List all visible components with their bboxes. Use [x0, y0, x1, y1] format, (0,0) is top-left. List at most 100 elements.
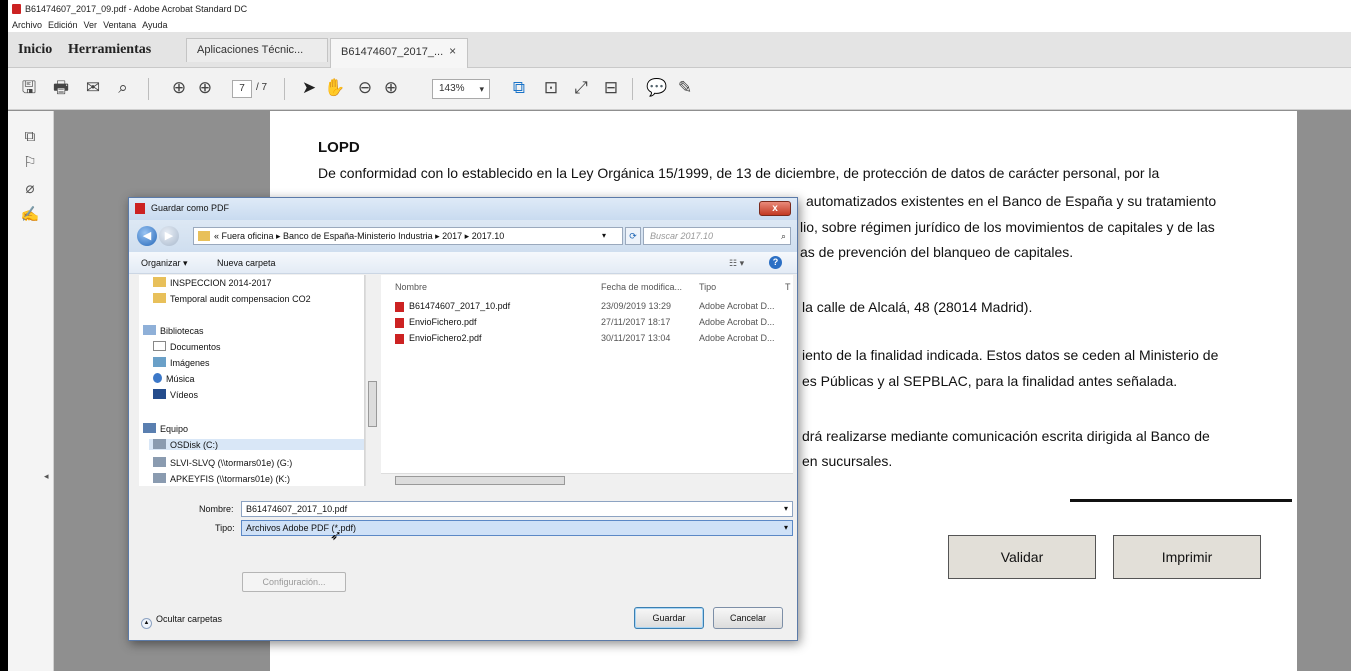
comment-icon[interactable]: 💬 — [646, 77, 668, 99]
save-as-dialog: Guardar como PDF x ◀ ▶ « Fuera oficina ▸… — [128, 197, 798, 641]
previous-page-icon[interactable]: ⊕ — [168, 77, 190, 99]
tree-item[interactable]: APKEYFIS (\\tormars01e) (K:) — [153, 473, 290, 484]
hide-folders-toggle[interactable]: ▲ Ocultar carpetas — [141, 614, 222, 629]
refresh-icon[interactable]: ⟳ — [625, 227, 641, 245]
organize-button[interactable]: Organizar ▾ — [141, 258, 188, 269]
select-cursor-icon[interactable]: ➤ — [298, 77, 320, 99]
pen-icon[interactable]: ✎ — [674, 77, 696, 99]
tree-item[interactable]: Vídeos — [153, 389, 198, 400]
pages-icon[interactable]: ⧉ — [20, 127, 40, 147]
chevron-down-icon[interactable]: ▾ — [602, 228, 606, 244]
tab-doc-label: Aplicaciones Técnic... — [197, 44, 304, 56]
new-folder-button[interactable]: Nueva carpeta — [217, 258, 276, 268]
collapse-pane-icon[interactable]: ◂ — [44, 471, 49, 482]
pictures-icon — [153, 357, 166, 367]
mouse-cursor-icon: ➶ — [330, 527, 342, 543]
tree-item[interactable]: Imágenes — [153, 357, 210, 368]
pdf-divider — [1070, 499, 1292, 502]
signature-icon[interactable]: ✍ — [20, 205, 40, 225]
validate-button[interactable]: Validar — [948, 535, 1096, 579]
scrollbar-thumb[interactable] — [368, 381, 377, 427]
tab-doc-aplicaciones[interactable]: Aplicaciones Técnic... — [186, 38, 328, 62]
pdf-text-line: as de prevención del blanqueo de capital… — [800, 244, 1074, 260]
dialog-close-button[interactable]: x — [759, 201, 791, 216]
menu-archivo[interactable]: Archivo — [12, 20, 42, 30]
pdf-icon — [135, 203, 145, 214]
drive-icon — [153, 439, 166, 449]
tree-item-selected[interactable]: OSDisk (C:) — [149, 439, 364, 450]
column-extra[interactable]: T — [785, 282, 791, 292]
dialog-title: Guardar como PDF — [151, 203, 230, 213]
menu-ver[interactable]: Ver — [84, 20, 98, 30]
search-icon[interactable]: ⌕ — [112, 77, 134, 99]
pdf-text-line: De conformidad con lo establecido en la … — [318, 165, 1160, 181]
print-button[interactable]: Imprimir — [1113, 535, 1261, 579]
scrollbar-thumb[interactable] — [395, 476, 565, 485]
save-button[interactable]: Guardar — [634, 607, 704, 629]
tree-item[interactable]: Temporal audit compensacion CO2 — [153, 293, 311, 304]
zoom-out-icon[interactable]: ⊖ — [354, 77, 376, 99]
column-name[interactable]: Nombre — [395, 282, 427, 292]
pdf-text-line: drá realizarse mediante comunicación esc… — [802, 428, 1210, 444]
tree-item[interactable]: SLVI-SLVQ (\\tormars01e) (G:) — [153, 457, 292, 468]
tab-doc-active[interactable]: B61474607_2017_... × — [330, 38, 468, 68]
tab-tools[interactable]: Herramientas — [68, 42, 151, 58]
cancel-button[interactable]: Cancelar — [713, 607, 783, 629]
tree-item[interactable]: Música — [153, 373, 195, 384]
search-input[interactable]: Buscar 2017.10 ⌕ — [643, 227, 791, 245]
music-icon — [153, 373, 162, 383]
attachment-icon[interactable]: ⌀ — [20, 179, 40, 199]
pdf-text-line: iento de la finalidad indicada. Estos da… — [802, 347, 1219, 363]
rotate-view-icon[interactable]: ⊡ — [540, 77, 562, 99]
view-options-icon[interactable]: ☷ ▾ — [729, 258, 744, 269]
save-icon[interactable]: 🖫 — [18, 77, 40, 99]
address-bar[interactable]: « Fuera oficina ▸ Banco de España-Minist… — [193, 227, 623, 245]
full-screen-icon[interactable]: ⤢ — [570, 77, 592, 99]
column-type[interactable]: Tipo — [699, 282, 716, 292]
zoom-select[interactable]: 143% ▾ — [432, 79, 490, 99]
menu-bar: Archivo Edición Ver Ventana Ayuda — [8, 18, 1351, 32]
scroll-mode-icon[interactable]: ⊟ — [600, 77, 622, 99]
tree-item-libraries[interactable]: Bibliotecas — [143, 325, 204, 336]
file-row[interactable]: B61474607_2017_10.pdf 23/09/2019 13:29 A… — [381, 300, 793, 314]
zoom-in-icon[interactable]: ⊕ — [380, 77, 402, 99]
menu-ayuda[interactable]: Ayuda — [142, 20, 167, 30]
folder-tree-scrollbar[interactable] — [365, 275, 379, 486]
filetype-select[interactable]: Archivos Adobe PDF (*.pdf) ▾ — [241, 520, 793, 536]
pdf-heading: LOPD — [318, 139, 360, 156]
chevron-up-icon: ▲ — [141, 618, 152, 629]
computer-icon — [143, 423, 156, 433]
page-total: / 7 — [256, 82, 268, 93]
next-page-icon[interactable]: ⊕ — [194, 77, 216, 99]
fit-page-icon[interactable]: ⧉ — [508, 77, 530, 99]
file-row[interactable]: EnvioFichero2.pdf 30/11/2017 13:04 Adobe… — [381, 332, 793, 346]
menu-edicion[interactable]: Edición — [48, 20, 78, 30]
file-list-scrollbar[interactable] — [381, 473, 793, 486]
print-icon[interactable]: 🖶 — [50, 77, 72, 99]
file-row[interactable]: EnvioFichero.pdf 27/11/2017 18:17 Adobe … — [381, 316, 793, 330]
tab-home[interactable]: Inicio — [18, 42, 52, 58]
window-title: B61474607_2017_09.pdf - Adobe Acrobat St… — [25, 4, 248, 14]
tab-close-icon[interactable]: × — [449, 44, 456, 58]
help-icon[interactable]: ? — [769, 256, 782, 269]
chevron-down-icon[interactable]: ▾ — [784, 502, 788, 516]
page-number-input[interactable]: 7 — [232, 80, 252, 98]
pdf-text-line: automatizados existentes en el Banco de … — [806, 193, 1217, 209]
hand-tool-icon[interactable]: ✋ — [324, 77, 346, 99]
toolbar-separator — [284, 78, 285, 100]
menu-ventana[interactable]: Ventana — [103, 20, 136, 30]
column-date[interactable]: Fecha de modifica... — [601, 282, 682, 292]
tree-item[interactable]: Documentos — [153, 341, 221, 352]
email-icon[interactable]: ✉ — [82, 77, 104, 99]
documents-icon — [153, 341, 166, 351]
settings-button[interactable]: Configuración... — [242, 572, 346, 592]
forward-arrow-icon[interactable]: ▶ — [159, 226, 179, 246]
main-toolbar: 🖫 🖶 ✉ ⌕ ⊕ ⊕ 7 / 7 ➤ ✋ ⊖ ⊕ 143% ▾ ⧉ ⊡ ⤢ ⊟ … — [8, 68, 1351, 110]
bookmark-icon[interactable]: ⚐ — [20, 153, 40, 173]
tree-item-computer[interactable]: Equipo — [143, 423, 188, 434]
folder-icon — [153, 293, 166, 303]
filename-input[interactable]: B61474607_2017_10.pdf ▾ — [241, 501, 793, 517]
left-nav-pane: ⧉ ⚐ ⌀ ✍ ◂ — [8, 111, 54, 671]
back-arrow-icon[interactable]: ◀ — [137, 226, 157, 246]
tree-item[interactable]: INSPECCION 2014-2017 — [153, 277, 272, 288]
